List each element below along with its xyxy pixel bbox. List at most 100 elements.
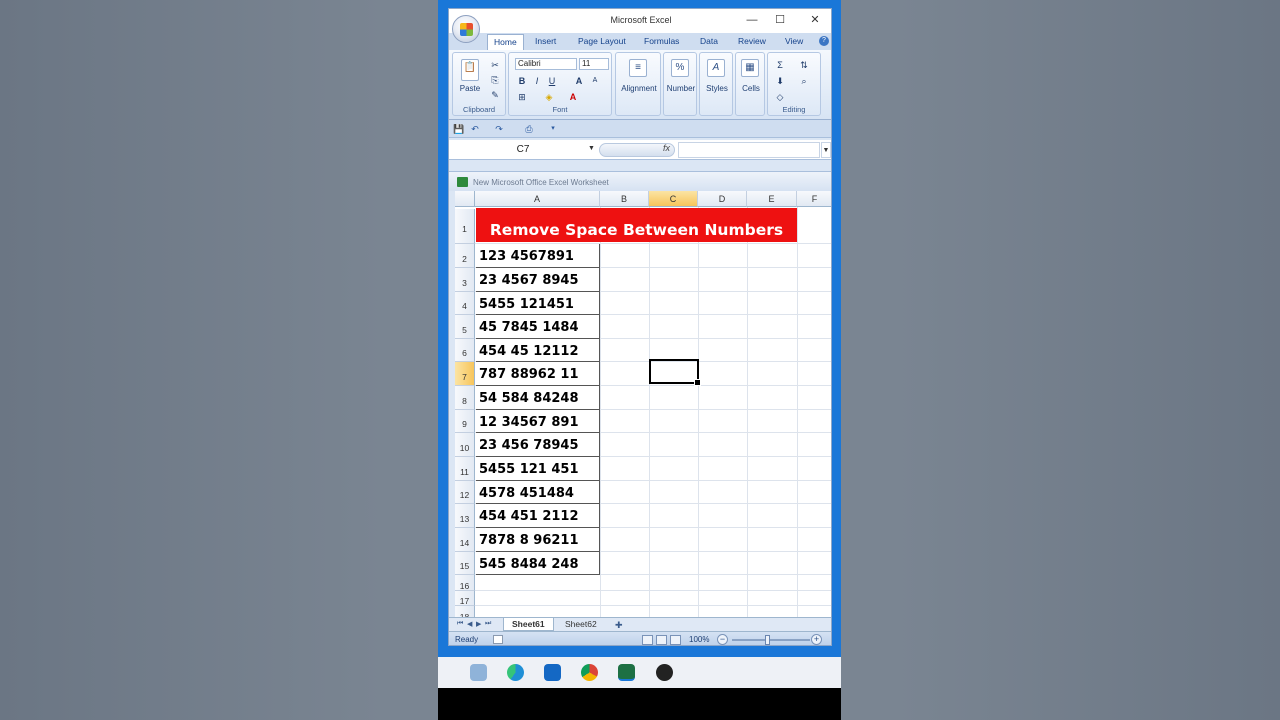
cell-a11[interactable]: 5455 121 451 [476, 457, 600, 481]
close-button[interactable]: ✕ [804, 12, 826, 28]
row-header-1[interactable]: 1 [455, 209, 475, 244]
row-header-10[interactable]: 10 [455, 433, 475, 457]
borders-icon[interactable]: ⊞ [516, 91, 528, 103]
cell-a3[interactable]: 23 4567 8945 [476, 268, 600, 292]
cell-a8[interactable]: 54 584 84248 [476, 386, 600, 410]
mail-icon[interactable] [544, 664, 561, 681]
cell-a13[interactable]: 454 451 2112 [476, 504, 600, 528]
column-header-f[interactable]: F [797, 191, 831, 207]
undo-icon[interactable]: ↶ [469, 123, 481, 135]
font-size-select[interactable]: 11 [579, 58, 609, 70]
sheet-tab-sheet61[interactable]: Sheet61 [503, 618, 554, 631]
cell-a10[interactable]: 23 456 78945 [476, 433, 600, 457]
fill-color-icon[interactable]: ◈ [543, 91, 555, 103]
chrome-icon[interactable] [581, 664, 598, 681]
cell-a7[interactable]: 787 88962 11 [476, 362, 600, 386]
shrink-font-icon[interactable]: A [589, 75, 601, 87]
row-header-5[interactable]: 5 [455, 315, 475, 339]
row-header-12[interactable]: 12 [455, 481, 475, 504]
zoom-in-icon[interactable]: + [811, 634, 822, 645]
row-header-2[interactable]: 2 [455, 244, 475, 268]
page-layout-view-icon[interactable] [656, 635, 667, 645]
quick-print-icon[interactable]: ⎙ [523, 123, 535, 135]
row-header-15[interactable]: 15 [455, 552, 475, 575]
tab-insert[interactable]: Insert [535, 36, 556, 46]
row-header-4[interactable]: 4 [455, 292, 475, 315]
select-all-corner[interactable] [455, 191, 475, 207]
sort-filter-icon[interactable]: ⇅ [798, 59, 810, 71]
cell-a6[interactable]: 454 45 12112 [476, 339, 600, 362]
office-button[interactable] [452, 15, 480, 43]
last-sheet-icon[interactable]: ⏭ [485, 620, 491, 628]
prev-sheet-icon[interactable]: ◀ [467, 620, 472, 628]
italic-button[interactable]: I [531, 75, 543, 87]
tab-review[interactable]: Review [738, 36, 766, 46]
autosum-icon[interactable]: Σ [774, 59, 786, 71]
app-icon[interactable] [656, 664, 673, 681]
cut-icon[interactable]: ✂ [489, 59, 501, 71]
first-sheet-icon[interactable]: ⏮ [457, 620, 463, 628]
name-box-dropdown-icon[interactable]: ▼ [588, 145, 595, 152]
edge-icon[interactable] [507, 664, 524, 681]
insert-function-button[interactable]: fx [663, 143, 670, 153]
column-header-a[interactable]: A [475, 191, 600, 207]
group-alignment[interactable]: ≡ Alignment [615, 52, 661, 116]
cell-a2[interactable]: 123 4567891 [476, 244, 600, 268]
zoom-level[interactable]: 100% [689, 635, 709, 644]
row-header-14[interactable]: 14 [455, 528, 475, 552]
paste-icon[interactable]: 📋 [461, 59, 479, 81]
tab-data[interactable]: Data [700, 36, 718, 46]
cell-a15[interactable]: 545 8484 248 [476, 552, 600, 575]
zoom-out-icon[interactable]: − [717, 634, 728, 645]
excel-icon[interactable] [618, 664, 635, 681]
group-styles[interactable]: A Styles [699, 52, 733, 116]
row-header-6[interactable]: 6 [455, 339, 475, 362]
minimize-button[interactable]: — [741, 12, 763, 28]
tab-view[interactable]: View [785, 36, 803, 46]
title-banner[interactable]: Remove Space Between Numbers [476, 208, 797, 242]
maximize-button[interactable]: ☐ [769, 12, 791, 28]
column-header-e[interactable]: E [747, 191, 797, 207]
row-header-13[interactable]: 13 [455, 504, 475, 528]
sheet-tab-sheet62[interactable]: Sheet62 [557, 618, 605, 631]
column-header-b[interactable]: B [600, 191, 649, 207]
worksheet-grid[interactable]: A B C D E F 1 2 123 4567891 3 23 4567 8945 4 5… [455, 191, 831, 617]
copy-icon[interactable]: ⎘ [489, 74, 501, 86]
row-header-3[interactable]: 3 [455, 268, 475, 292]
row-header-17[interactable]: 17 [455, 591, 475, 606]
tab-home[interactable]: Home [487, 34, 524, 50]
page-break-view-icon[interactable] [670, 635, 681, 645]
cell-a14[interactable]: 7878 8 96211 [476, 528, 600, 552]
zoom-slider-thumb[interactable] [765, 635, 770, 645]
underline-button[interactable]: U [546, 75, 558, 87]
cell-a5[interactable]: 45 7845 1484 [476, 315, 600, 339]
font-color-icon[interactable]: A [567, 91, 579, 103]
row-header-9[interactable]: 9 [455, 410, 475, 433]
macro-record-icon[interactable] [493, 635, 503, 644]
next-sheet-icon[interactable]: ▶ [476, 620, 481, 628]
normal-view-icon[interactable] [642, 635, 653, 645]
cell-a12[interactable]: 4578 451484 [476, 481, 600, 504]
clear-icon[interactable]: ◇ [774, 91, 786, 103]
redo-icon[interactable]: ↷ [493, 123, 505, 135]
fill-icon[interactable]: ⬇ [774, 75, 786, 87]
row-header-16[interactable]: 16 [455, 575, 475, 591]
row-header-7[interactable]: 7 [455, 362, 475, 386]
save-icon[interactable]: 💾 [453, 123, 465, 135]
formula-expand-icon[interactable]: ▼ [821, 142, 831, 158]
column-header-d[interactable]: D [698, 191, 747, 207]
column-header-c[interactable]: C [649, 191, 698, 207]
insert-sheet-icon[interactable]: ✚ [615, 620, 623, 631]
row-header-8[interactable]: 8 [455, 386, 475, 410]
grow-font-icon[interactable]: A [573, 75, 585, 87]
formula-input[interactable] [678, 142, 820, 158]
name-box[interactable]: C7 [451, 142, 595, 158]
row-header-11[interactable]: 11 [455, 457, 475, 481]
tab-formulas[interactable]: Formulas [644, 36, 679, 46]
active-cell-c7[interactable] [649, 359, 701, 386]
bold-button[interactable]: B [516, 75, 528, 87]
tab-page-layout[interactable]: Page Layout [578, 36, 626, 46]
task-view-icon[interactable] [470, 664, 487, 681]
help-icon[interactable]: ? [819, 36, 829, 46]
find-select-icon[interactable]: ⌕ [798, 75, 810, 87]
